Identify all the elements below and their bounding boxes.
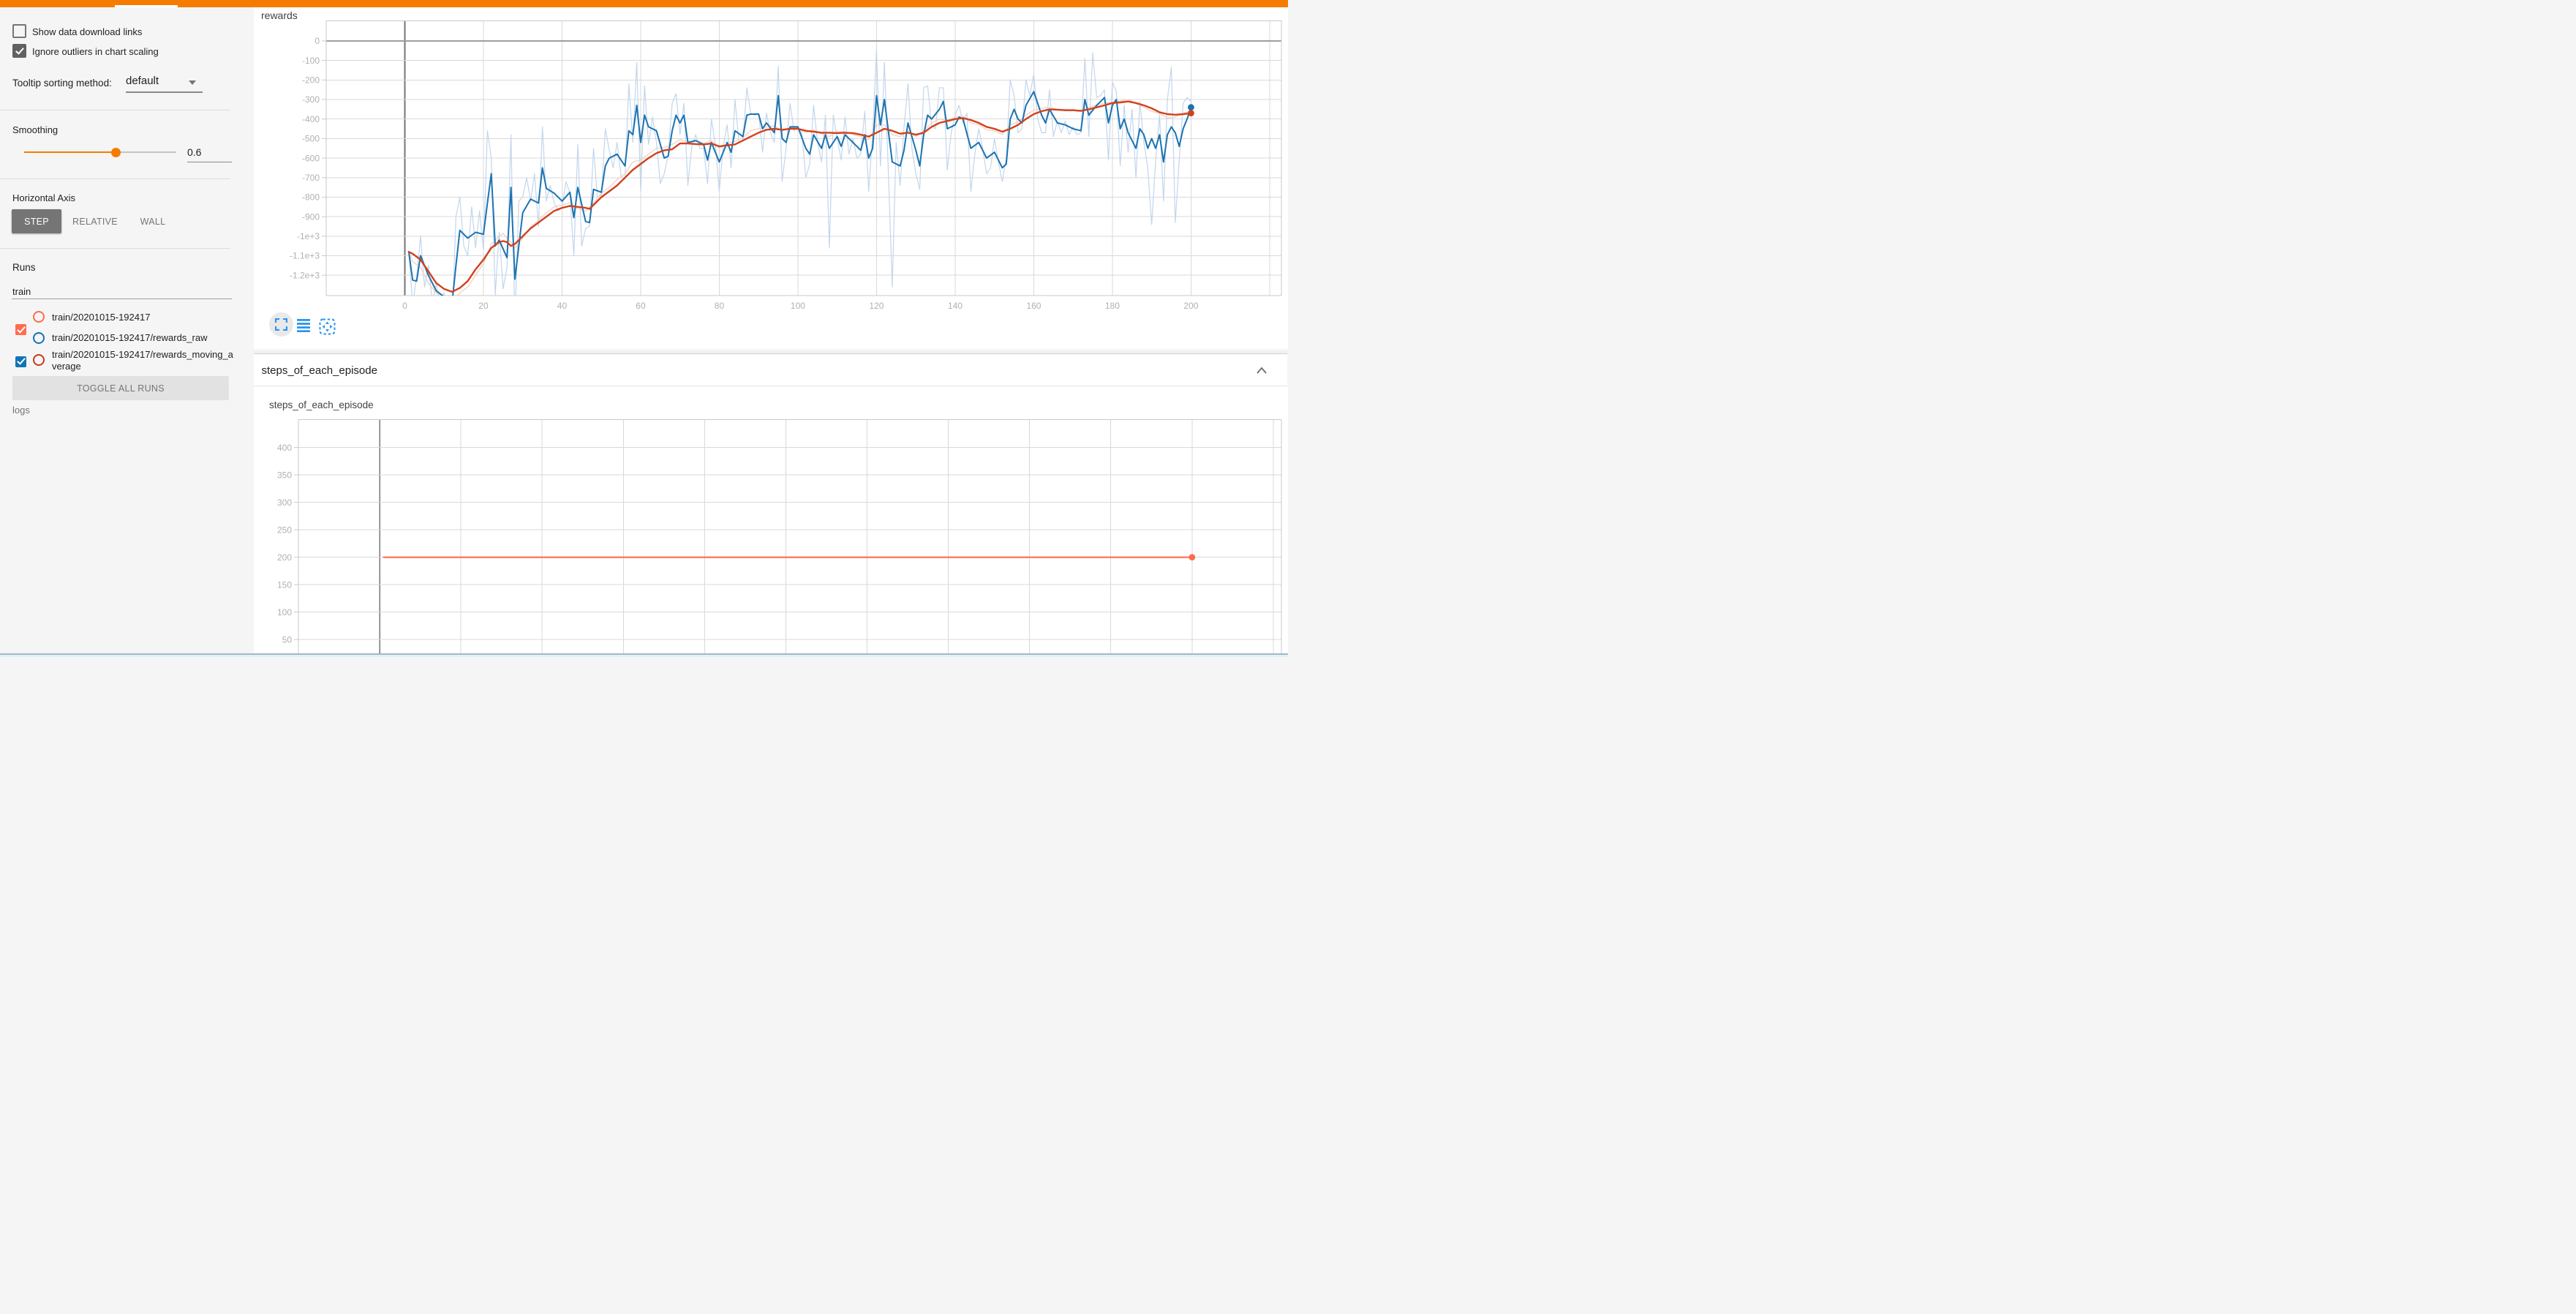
section-header[interactable]: steps_of_each_episode: [254, 353, 1287, 386]
dropdown-underline: [126, 91, 203, 93]
window-bottom-strip: [0, 655, 1288, 657]
svg-text:-300: -300: [302, 94, 320, 105]
run-label-0: train/20201015-192417: [52, 312, 235, 323]
svg-text:-1.2e+3: -1.2e+3: [290, 270, 320, 280]
run-color-circle-0: [33, 311, 45, 323]
smoothing-value-input[interactable]: 0.6: [187, 146, 201, 158]
svg-text:400: 400: [277, 443, 292, 453]
svg-text:50: 50: [282, 634, 293, 645]
horizontal-axis-label: Horizontal Axis: [12, 192, 75, 203]
ignore-outliers-checkbox[interactable]: [12, 44, 26, 58]
expand-chart-icon[interactable]: [275, 318, 287, 331]
log-scale-lines-icon[interactable]: [297, 319, 310, 332]
svg-text:-900: -900: [302, 211, 320, 222]
smoothing-underline: [187, 162, 232, 163]
tooltip-sorting-dropdown[interactable]: default: [126, 75, 159, 87]
svg-text:200: 200: [277, 552, 292, 563]
dropdown-arrow-icon[interactable]: [189, 80, 196, 85]
divider: [0, 248, 230, 249]
smoothing-slider-knob[interactable]: [111, 148, 121, 157]
logs-label: logs: [12, 405, 30, 416]
toggle-all-runs-button[interactable]: TOGGLE ALL RUNS: [12, 376, 229, 400]
svg-text:-700: -700: [302, 173, 320, 183]
svg-text:-600: -600: [302, 153, 320, 163]
svg-text:40: 40: [557, 301, 568, 311]
run-filter-input[interactable]: train: [12, 286, 31, 297]
svg-text:-1.1e+3: -1.1e+3: [290, 251, 320, 261]
run-color-circle-1: [33, 332, 45, 344]
axis-wall-button[interactable]: WALL: [126, 209, 180, 233]
show-download-links-label: Show data download links: [32, 26, 142, 37]
run-color-circle-2: [33, 354, 45, 366]
svg-text:-500: -500: [302, 134, 320, 144]
smoothing-slider-fill: [24, 151, 116, 153]
svg-text:-200: -200: [302, 75, 320, 86]
settings-sidebar: Show data download links Ignore outliers…: [0, 7, 254, 653]
run-label-1: train/20201015-192417/rewards_raw: [52, 332, 235, 344]
svg-text:60: 60: [636, 301, 646, 311]
svg-text:120: 120: [869, 301, 884, 311]
svg-text:-1e+3: -1e+3: [297, 231, 320, 241]
svg-text:300: 300: [277, 498, 292, 508]
run-checkbox-1[interactable]: [15, 356, 26, 367]
svg-text:150: 150: [277, 579, 292, 590]
svg-text:20: 20: [478, 301, 489, 311]
fit-domain-icon[interactable]: [319, 318, 336, 335]
svg-text:180: 180: [1105, 301, 1120, 311]
run-label-2: train/20201015-192417/rewards_moving_ave…: [52, 349, 235, 372]
show-download-links-checkbox[interactable]: [12, 24, 26, 38]
svg-text:250: 250: [277, 525, 292, 535]
svg-text:80: 80: [715, 301, 725, 311]
runs-heading: Runs: [12, 262, 36, 273]
svg-text:160: 160: [1026, 301, 1041, 311]
steps-card: steps_of_each_episode 400350300250200150…: [254, 386, 1288, 653]
svg-text:0: 0: [402, 301, 407, 311]
svg-text:100: 100: [791, 301, 805, 311]
svg-text:-100: -100: [302, 56, 320, 66]
svg-text:0: 0: [315, 36, 320, 46]
ignore-outliers-label: Ignore outliers in chart scaling: [32, 46, 159, 57]
rewards-chart[interactable]: 0 -100 -200 -300 -400 -500 -600 -700 -800 -900 -1e…: [254, 7, 1288, 353]
run-checkbox-0[interactable]: [15, 324, 26, 335]
svg-text:-400: -400: [302, 114, 320, 124]
tooltip-sorting-label: Tooltip sorting method:: [12, 78, 112, 89]
steps-chart[interactable]: 400 350 300 250 200 150 100 50: [254, 386, 1288, 653]
section-header-title: steps_of_each_episode: [262, 364, 377, 377]
card-bottom-shade: [254, 348, 1288, 353]
svg-text:140: 140: [948, 301, 963, 311]
axis-step-button[interactable]: STEP: [12, 209, 61, 233]
rewards-card: rewards 0-100-200-300-400-500-600-700-80…: [254, 7, 1288, 353]
svg-text:100: 100: [277, 607, 292, 617]
app-bar: [0, 0, 1288, 7]
smoothing-label: Smoothing: [12, 124, 58, 135]
svg-text:350: 350: [277, 470, 292, 480]
svg-text:200: 200: [1183, 301, 1198, 311]
axis-relative-button[interactable]: RELATIVE: [68, 209, 122, 233]
chevron-up-icon[interactable]: [1255, 366, 1268, 375]
svg-text:-800: -800: [302, 192, 320, 203]
